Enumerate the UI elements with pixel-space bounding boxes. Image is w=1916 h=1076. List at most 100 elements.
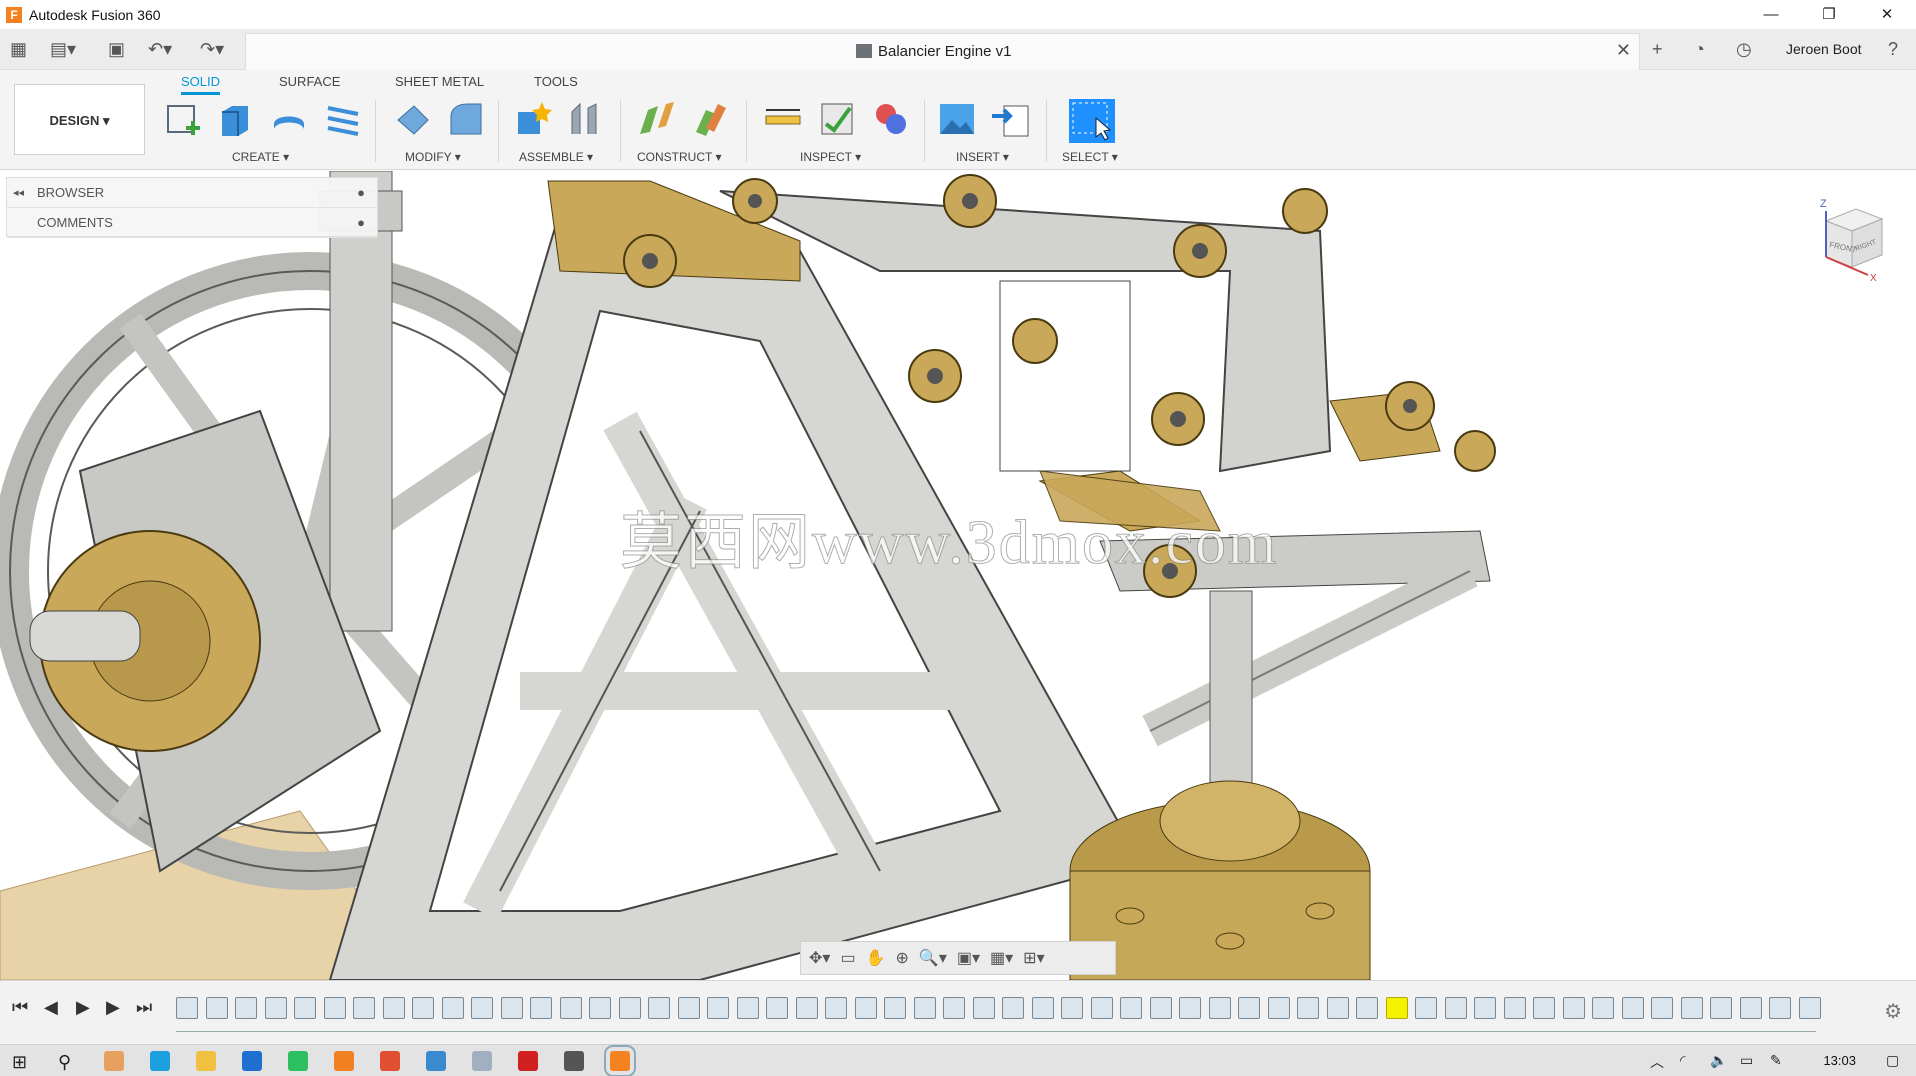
timeline-feature[interactable]	[1533, 997, 1555, 1019]
timeline-feature[interactable]	[1031, 997, 1054, 1019]
app-taskbar-icon[interactable]	[472, 1051, 492, 1071]
minimize-button[interactable]: —	[1742, 0, 1800, 29]
volume-icon[interactable]: 🔈	[1710, 1052, 1727, 1069]
chat-app-icon[interactable]	[288, 1051, 308, 1071]
group-modify-label[interactable]: MODIFY ▾	[405, 150, 461, 164]
redo-icon[interactable]: ↷▾	[200, 29, 224, 70]
step-forward-icon[interactable]: ▶	[106, 997, 120, 1018]
timeline-feature[interactable]	[1120, 997, 1142, 1019]
timeline-feature[interactable]	[323, 997, 346, 1019]
timeline-feature[interactable]	[1680, 997, 1703, 1019]
timeline-feature[interactable]	[294, 997, 316, 1019]
timeline-feature[interactable]	[943, 997, 965, 1019]
step-back-icon[interactable]: ◀	[44, 997, 58, 1018]
timeline-feature[interactable]	[589, 997, 611, 1019]
group-select-label[interactable]: SELECT ▾	[1062, 150, 1118, 164]
timeline-feature[interactable]	[1297, 997, 1319, 1019]
tab-solid[interactable]: SOLID	[181, 74, 221, 95]
timeline-feature[interactable]	[382, 997, 405, 1019]
timeline-feature[interactable]	[1651, 997, 1673, 1019]
extensions-icon[interactable]: ◔	[1694, 29, 1705, 70]
clock[interactable]: 13:03	[1823, 1053, 1856, 1068]
timeline-feature[interactable]	[1356, 997, 1378, 1019]
group-create-label[interactable]: CREATE ▾	[232, 150, 289, 164]
pen-icon[interactable]: ✎	[1770, 1052, 1782, 1069]
timeline-feature[interactable]	[1739, 997, 1762, 1019]
timeline-feature[interactable]	[1415, 997, 1437, 1019]
network-icon[interactable]: ◜	[1680, 1052, 1685, 1069]
timeline-feature-active[interactable]	[1385, 997, 1408, 1019]
windows-start-icon[interactable]: ⊞	[12, 1052, 27, 1073]
help-icon[interactable]: ?	[1888, 29, 1898, 70]
timeline-feature[interactable]	[1592, 997, 1614, 1019]
timeline-feature[interactable]	[264, 997, 287, 1019]
insert-canvas-icon[interactable]	[936, 98, 978, 140]
timeline-feature[interactable]	[766, 997, 788, 1019]
timeline-feature[interactable]	[884, 997, 906, 1019]
timeline-feature[interactable]	[530, 997, 552, 1019]
timeline-feature[interactable]	[353, 997, 375, 1019]
comments-row[interactable]: COMMENTS ●	[7, 208, 377, 238]
battery-icon[interactable]: ▭	[1740, 1052, 1753, 1069]
timeline-feature[interactable]	[1710, 997, 1732, 1019]
timeline-feature[interactable]	[176, 997, 198, 1019]
insert-derive-icon[interactable]	[990, 98, 1032, 140]
go-to-start-icon[interactable]: ⏮	[12, 997, 28, 1018]
timeline-feature[interactable]	[1267, 997, 1290, 1019]
document-tab[interactable]: Balancier Engine v1 ✕	[245, 33, 1640, 70]
group-assemble-label[interactable]: ASSEMBLE ▾	[519, 150, 593, 164]
timeline-feature[interactable]	[1326, 997, 1349, 1019]
data-panel-grid-icon[interactable]: ▦	[10, 29, 27, 70]
fusion-taskbar-icon[interactable]	[604, 1045, 636, 1076]
timeline-feature[interactable]	[707, 997, 729, 1019]
measure-icon[interactable]	[762, 98, 804, 140]
joint-icon[interactable]	[566, 98, 608, 140]
calculator-icon[interactable]	[564, 1051, 584, 1071]
timeline-feature[interactable]	[1503, 997, 1526, 1019]
timeline-feature[interactable]	[1444, 997, 1467, 1019]
timeline-feature[interactable]	[235, 997, 257, 1019]
workspace-switcher-button[interactable]: DESIGN ▾	[14, 84, 145, 155]
go-to-end-icon[interactable]: ⏭	[136, 997, 152, 1018]
user-name[interactable]: Jeroen Boot	[1786, 29, 1862, 70]
app-taskbar-icon[interactable]	[380, 1051, 400, 1071]
collapse-arrows-icon[interactable]: ◂◂	[13, 178, 24, 208]
search-icon[interactable]: ⚲	[58, 1052, 71, 1073]
undo-icon[interactable]: ↶▾	[148, 29, 172, 70]
app-taskbar-icon[interactable]	[334, 1051, 354, 1071]
timeline-feature[interactable]	[1621, 997, 1644, 1019]
timeline-feature[interactable]	[412, 997, 434, 1019]
timeline-feature[interactable]	[736, 997, 759, 1019]
timeline-feature[interactable]	[559, 997, 582, 1019]
grid-settings-icon[interactable]: ▦▾	[990, 948, 1013, 968]
timeline-feature[interactable]	[854, 997, 877, 1019]
new-tab-plus-icon[interactable]: +	[1652, 29, 1663, 70]
display-settings-icon[interactable]: ▣▾	[957, 948, 980, 968]
orbit-icon[interactable]: ✥▾	[809, 948, 830, 968]
viewports-icon[interactable]: ⊞▾	[1023, 948, 1044, 968]
group-insert-label[interactable]: INSERT ▾	[956, 150, 1009, 164]
browser-pin-icon[interactable]: ●	[357, 178, 365, 208]
press-pull-icon[interactable]	[392, 98, 434, 140]
skype-icon[interactable]	[150, 1051, 170, 1071]
timeline-feature[interactable]	[1562, 997, 1585, 1019]
notifications-icon[interactable]: ▢	[1886, 1052, 1899, 1069]
new-component-icon[interactable]	[512, 98, 554, 140]
timeline-feature[interactable]	[441, 997, 464, 1019]
timeline-feature[interactable]	[1208, 997, 1231, 1019]
timeline-feature[interactable]	[1798, 997, 1821, 1019]
timeline-feature[interactable]	[913, 997, 936, 1019]
job-status-clock-icon[interactable]: ◷	[1736, 29, 1752, 70]
edge-browser-icon[interactable]	[242, 1051, 262, 1071]
select-icon[interactable]	[1068, 98, 1116, 144]
fit-zoom-icon[interactable]: 🔍▾	[919, 948, 947, 968]
timeline-track[interactable]	[176, 991, 1876, 1041]
pan-hand-icon[interactable]: ✋	[866, 948, 886, 968]
plane-at-angle-icon[interactable]	[690, 98, 732, 140]
timeline-feature[interactable]	[677, 997, 700, 1019]
look-at-icon[interactable]: ▭	[840, 948, 855, 968]
tab-tools[interactable]: TOOLS	[534, 74, 578, 89]
timeline-feature[interactable]	[1179, 997, 1201, 1019]
timeline-feature[interactable]	[1090, 997, 1113, 1019]
file-menu-icon[interactable]: ▤▾	[50, 29, 76, 70]
